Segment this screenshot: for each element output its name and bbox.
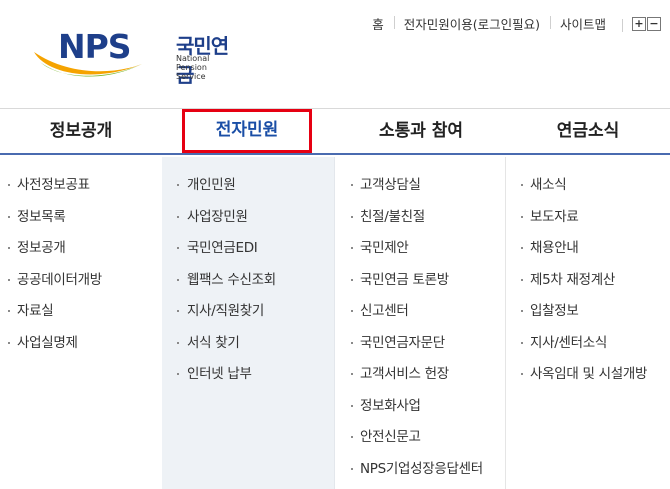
submenu-item[interactable]: 보도자료 xyxy=(506,207,670,239)
submenu-item[interactable]: 사옥임대 및 시설개방 xyxy=(506,364,670,396)
submenu-item[interactable]: 친절/불친절 xyxy=(336,207,505,239)
submenu-item[interactable]: 지사/센터소식 xyxy=(506,333,670,365)
nav-item-e-civil-service[interactable]: 전자민원 xyxy=(182,109,312,153)
submenu-item[interactable]: 고객상담실 xyxy=(336,175,505,207)
submenu-item[interactable]: 입찰정보 xyxy=(506,301,670,333)
submenu-item[interactable]: 고객서비스 헌장 xyxy=(336,364,505,396)
submenu-item[interactable]: 인터넷 납부 xyxy=(162,364,334,396)
submenu-item[interactable]: 정보공개 xyxy=(0,238,162,270)
zoom-in-button[interactable]: + xyxy=(632,16,646,31)
submenu-item[interactable]: 정보목록 xyxy=(0,207,162,239)
submenu-item[interactable]: 공공데이터개방 xyxy=(0,270,162,302)
nav-item-info-disclosure[interactable]: 정보공개 xyxy=(0,109,162,154)
submenu-item[interactable]: 국민제안 xyxy=(336,238,505,270)
submenu-item[interactable]: 사업실명제 xyxy=(0,333,162,365)
submenu-item[interactable]: 새소식 xyxy=(506,175,670,207)
submenu-item[interactable]: 국민연금자문단 xyxy=(336,333,505,365)
site-header: NPS 국민연금 National Pension Service 홈 전자민원… xyxy=(0,0,670,108)
submenu-item[interactable]: 채용안내 xyxy=(506,238,670,270)
submenu-item[interactable]: 개인민원 xyxy=(162,175,334,207)
util-home-link[interactable]: 홈 xyxy=(362,14,394,33)
submenu-item[interactable]: 국민연금EDI xyxy=(162,238,334,270)
zoom-controls: + − xyxy=(622,16,662,32)
submenu-item[interactable]: 정보화사업 xyxy=(336,396,505,428)
nav-item-pension-news[interactable]: 연금소식 xyxy=(506,109,670,154)
svg-text:NPS: NPS xyxy=(58,27,131,66)
submenu-info-disclosure: 사전정보공표 정보목록 정보공개 공공데이터개방 자료실 사업실명제 xyxy=(0,157,162,489)
submenu-item[interactable]: 사전정보공표 xyxy=(0,175,162,207)
submenu-item[interactable]: 사업장민원 xyxy=(162,207,334,239)
nps-logo-icon: NPS xyxy=(34,27,142,77)
util-eservice-login-link[interactable]: 전자민원이용(로그인필요) xyxy=(393,14,550,33)
submenu-item[interactable]: 국민연금 토론방 xyxy=(336,270,505,302)
submenu-item[interactable]: 신고센터 xyxy=(336,301,505,333)
nps-logo[interactable]: NPS 국민연금 National Pension Service xyxy=(30,22,230,87)
utility-nav: 홈 전자민원이용(로그인필요) 사이트맵 + − xyxy=(362,14,662,33)
submenu-item[interactable]: NPS기업성장응답센터 xyxy=(336,459,505,489)
submenu-item[interactable]: 자료실 xyxy=(0,301,162,333)
submenu-pension-news: 새소식 보도자료 채용안내 제5차 재정계산 입찰정보 지사/센터소식 사옥임대… xyxy=(506,157,670,489)
logo-english-text: National Pension Service xyxy=(176,54,210,81)
submenu-item[interactable]: 지사/직원찾기 xyxy=(162,301,334,333)
submenu-communication: 고객상담실 친절/불친절 국민제안 국민연금 토론방 신고센터 국민연금자문단 … xyxy=(336,157,506,489)
submenu-e-civil-service: 개인민원 사업장민원 국민연금EDI 웹팩스 수신조회 지사/직원찾기 서식 찾… xyxy=(162,157,335,489)
submenu-item[interactable]: 안전신문고 xyxy=(336,427,505,459)
zoom-out-button[interactable]: − xyxy=(647,16,661,31)
util-sitemap-link[interactable]: 사이트맵 xyxy=(549,14,616,33)
submenu-item[interactable]: 제5차 재정계산 xyxy=(506,270,670,302)
submenu-item[interactable]: 서식 찾기 xyxy=(162,333,334,365)
main-nav: 정보공개 전자민원 소통과 참여 연금소식 xyxy=(0,108,670,155)
nav-item-communication[interactable]: 소통과 참여 xyxy=(336,109,506,154)
submenu-item[interactable]: 웹팩스 수신조회 xyxy=(162,270,334,302)
